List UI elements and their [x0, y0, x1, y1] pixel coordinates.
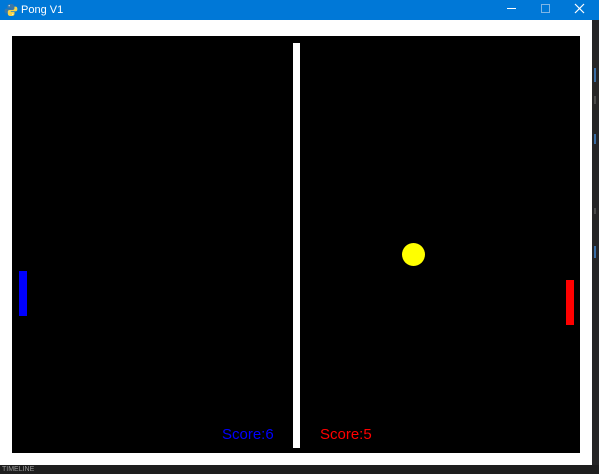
- maximize-icon: [541, 4, 550, 13]
- left-paddle: [19, 271, 27, 316]
- minimize-button[interactable]: [495, 0, 529, 20]
- right-score: Score:5: [320, 426, 372, 443]
- background-panel-strip: [0, 465, 599, 473]
- minimize-icon: [507, 8, 516, 9]
- center-net: [293, 43, 300, 448]
- right-paddle: [566, 280, 574, 325]
- window-title: Pong V1: [21, 4, 64, 16]
- window-titlebar[interactable]: Pong V1: [0, 0, 599, 20]
- left-score: Score:6: [222, 426, 274, 443]
- close-button[interactable]: [562, 0, 596, 20]
- editor-gutter-marks: [594, 68, 596, 258]
- python-icon: [4, 3, 18, 17]
- ball: [402, 243, 425, 266]
- close-icon: [574, 3, 585, 14]
- maximize-button[interactable]: [529, 0, 563, 20]
